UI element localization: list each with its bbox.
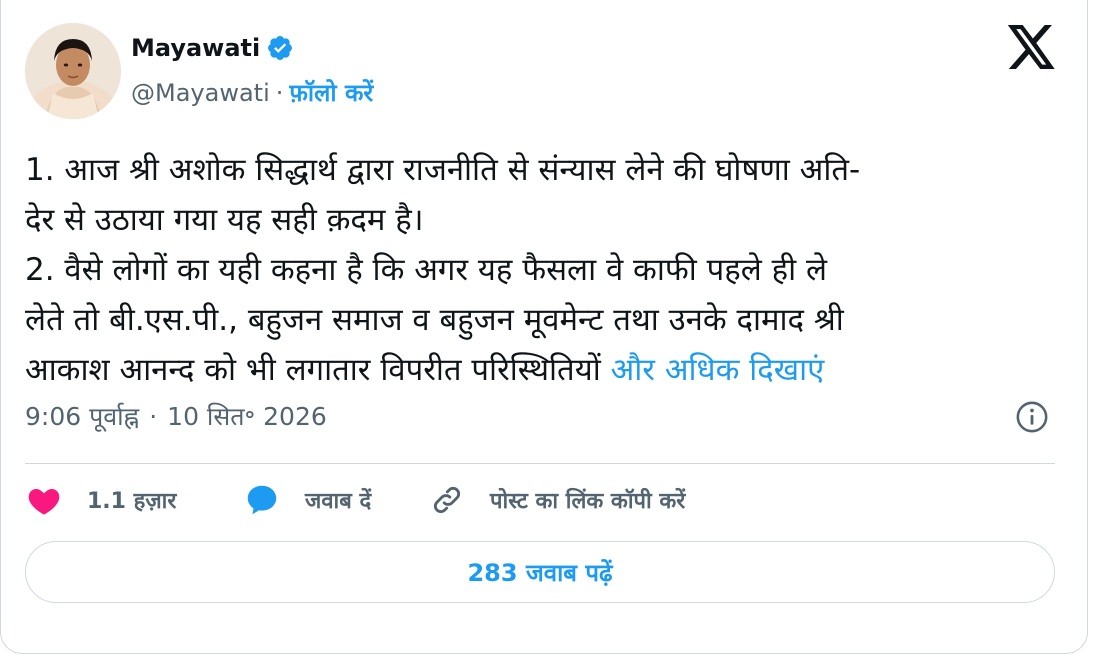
follow-button[interactable]: फ़ॉलो करें: [289, 78, 373, 108]
read-replies-label: 283 जवाब पढ़ें: [467, 558, 613, 587]
read-replies-button[interactable]: 283 जवाब पढ़ें: [25, 541, 1055, 603]
author-name[interactable]: Mayawati: [131, 33, 260, 63]
separator-dot: ·: [275, 79, 284, 107]
divider: [25, 463, 1055, 464]
show-more-link[interactable]: और अधिक दिखाएं: [611, 352, 825, 388]
tweet-line: 2. वैसे लोगों का यही कहना है कि अगर यह फ…: [25, 252, 827, 288]
copy-link-label: पोस्ट का लिंक कॉपी करें: [490, 489, 686, 514]
like-count: 1.1 हज़ार: [87, 489, 177, 514]
author-handle[interactable]: @Mayawati: [131, 78, 270, 108]
copy-link-button[interactable]: पोस्ट का लिंक कॉपी करें: [428, 481, 685, 519]
avatar[interactable]: [25, 23, 121, 119]
like-button[interactable]: 1.1 हज़ार: [25, 481, 243, 519]
tweet-time[interactable]: 9:06 पूर्वाह्न: [25, 400, 139, 434]
tweet-line-last: आकाश आनन्द को भी लगातार विपरीत परिस्थिति…: [25, 345, 1065, 395]
tweet-line: 1. आज श्री अशोक सिद्धार्थ द्वारा राजनीति…: [25, 152, 861, 188]
tweet-meta: 9:06 पूर्वाह्न · 10 सित॰ 2026: [25, 400, 327, 434]
heart-icon: [28, 489, 60, 515]
author-name-row: Mayawati: [131, 33, 294, 63]
avatar-image: [25, 23, 121, 119]
action-bar: 1.1 हज़ार जवाब दें पोस्ट का लिंक कॉपी कर…: [25, 480, 685, 520]
link-icon: [433, 486, 461, 514]
reply-bubble-icon: [247, 485, 277, 515]
verified-badge-icon: [268, 36, 293, 60]
info-icon[interactable]: [1015, 400, 1049, 434]
tweet-text: 1. आज श्री अशोक सिद्धार्थ द्वारा राजनीति…: [25, 145, 1065, 395]
x-logo-icon[interactable]: [1007, 25, 1057, 70]
tweet-date[interactable]: 10 सित॰ 2026: [167, 400, 327, 434]
separator-dot: ·: [149, 402, 158, 431]
reply-button[interactable]: जवाब दें: [243, 481, 428, 519]
reply-label: जवाब दें: [305, 489, 372, 514]
handle-row: @Mayawati · फ़ॉलो करें: [131, 78, 373, 108]
tweet-line: लेते तो बी.एस.पी., बहुजन समाज व बहुजन मू…: [25, 302, 844, 338]
tweet-line: आकाश आनन्द को भी लगातार विपरीत परिस्थिति…: [25, 352, 611, 388]
tweet-line: देर से उठाया गया यह सही क़दम है।: [25, 202, 424, 238]
